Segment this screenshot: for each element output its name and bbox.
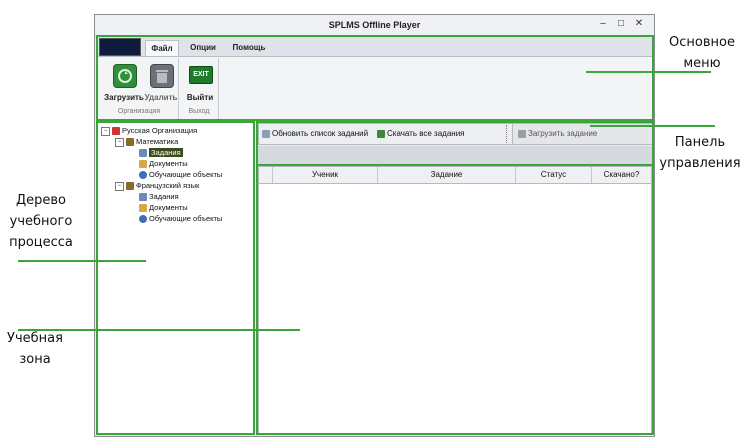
tree-annotation: Дерево учебного процесса [9,193,73,250]
tree-highlight [96,121,255,435]
main-menu-highlight [96,35,654,121]
control-panel-highlight [256,121,654,166]
learning-zone-highlight [256,164,654,435]
close-icon[interactable]: ✕ [632,17,646,31]
window-title: SPLMS Offline Player [328,20,421,30]
learning-zone-annotation: Учебная зона [7,331,63,367]
main-menu-annotation: Основное меню [669,35,735,71]
tree-pointer [18,260,146,262]
minimize-icon[interactable]: – [596,17,610,31]
control-panel-annotation: Панель управления [659,135,741,171]
control-panel-pointer [590,125,715,127]
maximize-icon[interactable]: □ [614,17,628,31]
